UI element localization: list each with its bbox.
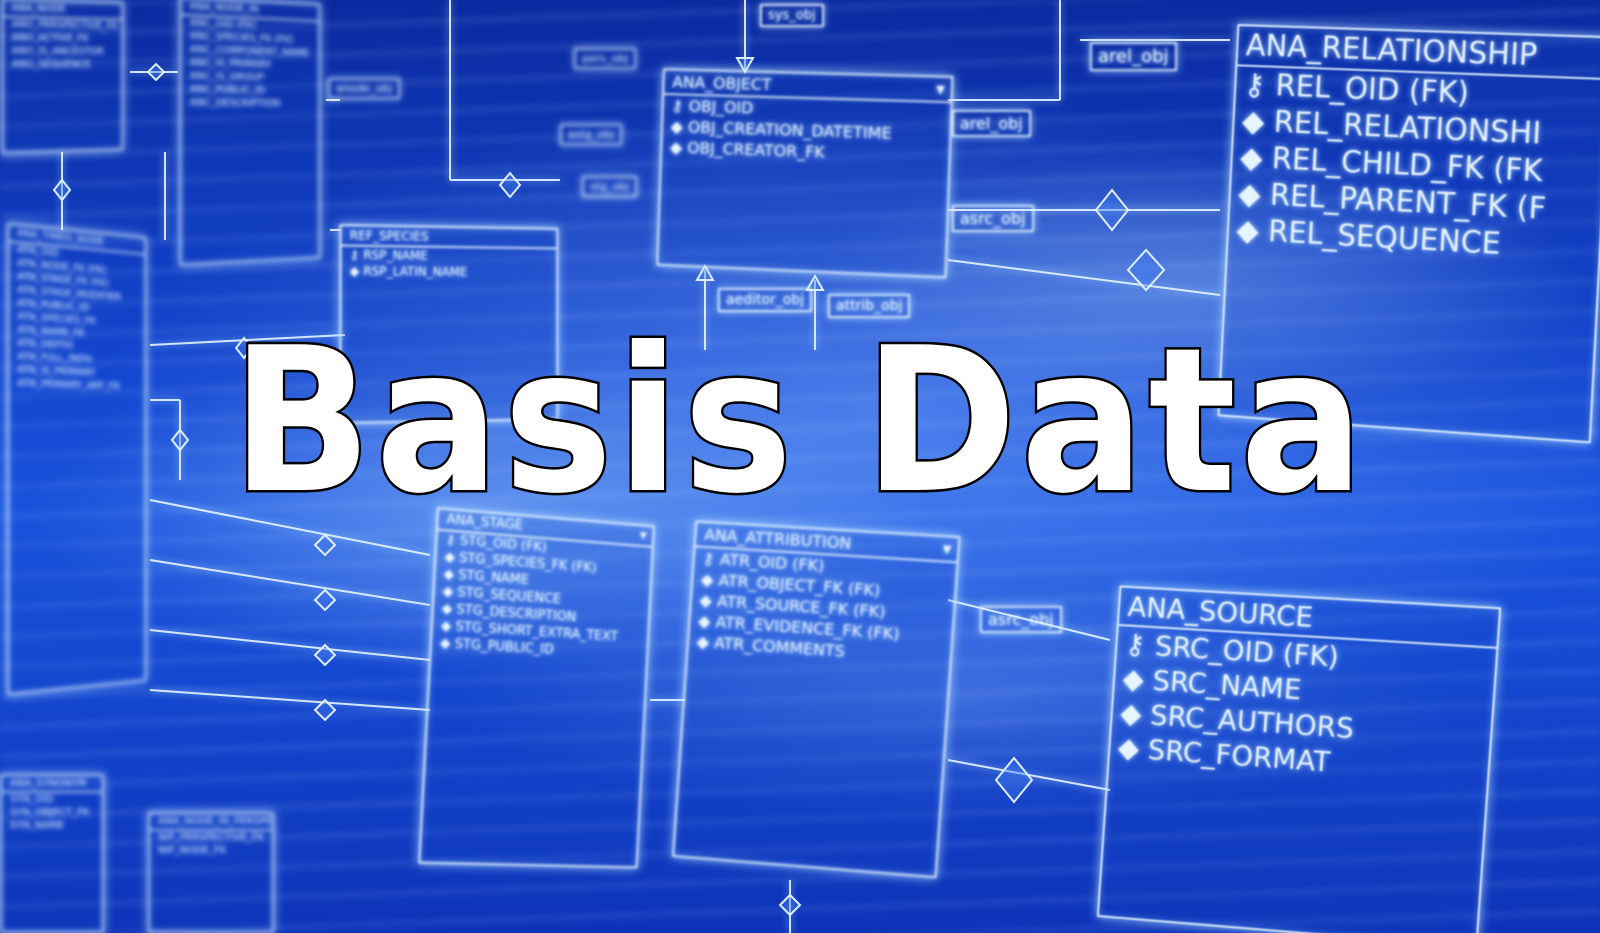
diamond-icon: ◆: [1122, 662, 1154, 696]
diamond-icon: ◆: [1239, 140, 1272, 176]
table-ana-source: ANA_SOURCE ⚷ SRC_OID (FK) ◆ SRC_NAME ◆ SRC_…: [1097, 585, 1501, 933]
table-header-label: ANA_SOURCE: [1127, 590, 1315, 634]
diamond-icon: ◆: [1117, 731, 1149, 766]
page-title-text: Basis Data: [232, 322, 1368, 522]
diamond-icon: ◆: [1236, 213, 1269, 249]
page-title: Basis Data: [0, 322, 1600, 522]
diamond-icon: ◆: [1238, 177, 1271, 213]
background-canvas: ANA_NODE ANO_PERSPECTIVE_FK ANO_ACTIVE_F…: [0, 0, 1600, 933]
key-icon: ⚷: [1243, 68, 1276, 104]
key-icon: ⚷: [1124, 627, 1156, 661]
diamond-icon: ◆: [1241, 104, 1274, 140]
diamond-icon: ◆: [1119, 696, 1151, 731]
